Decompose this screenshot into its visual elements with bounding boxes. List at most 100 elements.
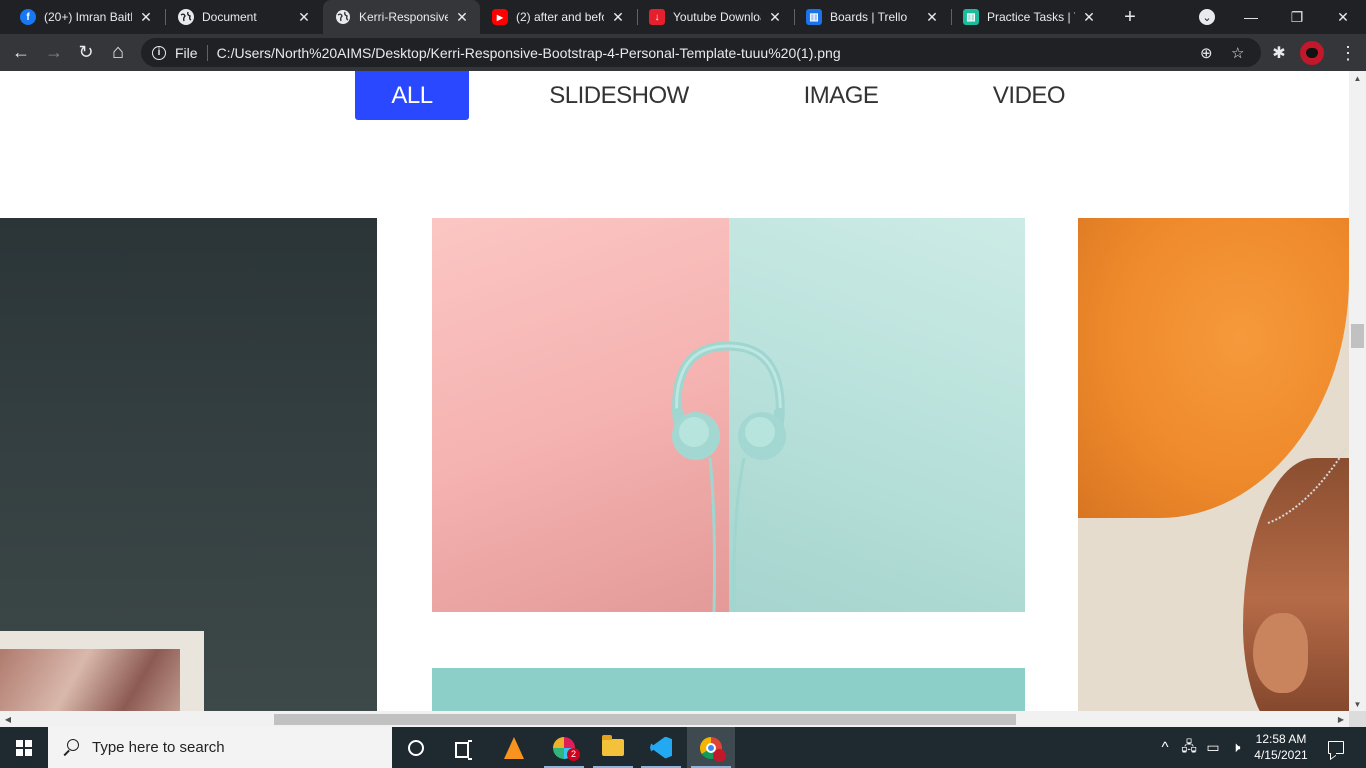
vertical-scrollbar[interactable]: ▲ ▼ [1349,71,1366,711]
cortana-icon [408,739,424,756]
vertical-scroll-thumb[interactable] [1351,324,1364,348]
omnibox-divider [206,44,208,61]
vscode-icon [650,736,672,759]
bookmark-star-icon[interactable]: ☆ [1231,44,1244,62]
filter-image-button[interactable]: IMAGE [783,71,899,120]
chrome-profile-icon [713,748,726,762]
network-icon[interactable]: 🖧 [1178,727,1200,768]
filter-slideshow-button[interactable]: SLIDESHOW [530,71,708,120]
show-hidden-icons-chevron-icon[interactable]: ^ [1156,727,1174,768]
scroll-down-arrow-icon[interactable]: ▼ [1349,697,1366,711]
home-button[interactable]: ⌂ [104,38,132,66]
slack-app[interactable]: 2 [540,727,588,768]
cortana-button[interactable] [392,727,440,768]
facebook-icon: f [20,9,36,25]
trello-icon: ▥ [806,9,822,25]
scrollbar-corner [1349,711,1366,727]
chrome-app[interactable] [687,727,735,768]
portfolio-image-headphones[interactable] [432,218,1025,612]
notification-badge: 2 [567,747,580,761]
minimize-button[interactable]: — [1228,0,1274,34]
portfolio-image-dark-wall[interactable] [0,218,377,711]
tab-kerri-responsive[interactable]: Kerri-Responsive- ✕ [323,0,480,34]
scroll-right-arrow-icon[interactable]: ▶ [1333,711,1349,727]
url-text[interactable]: C:/Users/North%20AIMS/Desktop/Kerri-Resp… [217,45,841,61]
notifications-icon [1328,741,1344,754]
close-tab-icon[interactable]: ✕ [767,9,783,25]
tab-title: Boards | Trello [830,10,908,24]
scroll-left-arrow-icon[interactable]: ◀ [0,711,16,727]
globe-icon [178,9,194,25]
search-placeholder: Type here to search [92,739,225,756]
action-center-button[interactable] [1316,727,1356,768]
windows-taskbar: Type here to search 2 ^ 🖧 ▭ 🕨 12:58 AM 4… [0,727,1366,768]
browser-tab-strip: f (20+) Imran Baith ✕ Document ✕ Kerri-R… [0,0,1366,34]
task-view-icon [455,739,473,760]
tab-search-dropdown-icon[interactable]: ⌄ [1184,0,1230,34]
download-icon: ↓ [649,9,665,25]
back-button[interactable]: ← [7,38,35,66]
portfolio-image-orange-hat[interactable] [1078,218,1349,711]
start-button[interactable] [0,727,48,768]
reload-button[interactable]: ↻ [72,38,100,66]
browser-menu-icon[interactable]: ⋮ [1339,40,1357,66]
new-tab-button[interactable]: + [1118,5,1142,29]
close-tab-icon[interactable]: ✕ [924,9,940,25]
picture-frame [0,631,204,711]
horizontal-scrollbar[interactable]: ◀ ▶ [0,711,1349,727]
forward-button[interactable]: → [40,38,68,66]
vlc-icon [504,736,524,759]
folder-icon [602,735,624,756]
file-explorer-app[interactable] [589,727,637,768]
close-tab-icon[interactable]: ✕ [454,9,470,25]
vscode-app[interactable] [637,727,685,768]
tab-trello-boards[interactable]: ▥ Boards | Trello ✕ [794,0,950,34]
tab-youtube-downloader[interactable]: ↓ Youtube Downloa ✕ [637,0,793,34]
necklace-chain [1267,447,1347,524]
globe-icon [335,9,351,25]
tab-facebook[interactable]: f (20+) Imran Baith ✕ [8,0,164,34]
close-tab-icon[interactable]: ✕ [610,9,626,25]
close-tab-icon[interactable]: ✕ [1081,9,1097,25]
tab-trello-practice[interactable]: ▥ Practice Tasks | Tr ✕ [951,0,1107,34]
site-info-icon[interactable]: i [152,45,166,60]
system-clock[interactable]: 12:58 AM 4/15/2021 [1250,731,1312,763]
youtube-icon: ▶ [492,9,508,25]
battery-icon[interactable]: ▭ [1202,727,1224,768]
chrome-icon [700,736,726,762]
horizontal-scroll-thumb[interactable] [274,714,1016,725]
filter-all-button[interactable]: ALL [355,71,469,120]
page-viewport: ALL SLIDESHOW IMAGE VIDEO [0,71,1349,711]
address-bar[interactable]: i File C:/Users/North%20AIMS/Desktop/Ker… [141,38,1261,67]
tab-title: Practice Tasks | Tr [987,10,1075,24]
framed-photo [0,649,180,711]
extensions-icon[interactable]: ✱ [1268,42,1290,64]
profile-avatar[interactable] [1300,41,1324,65]
screen: f (20+) Imran Baith ✕ Document ✕ Kerri-R… [0,0,1366,768]
tab-document[interactable]: Document ✕ [166,0,322,34]
volume-muted-icon[interactable]: 🕨 [1225,727,1247,768]
headphones-illustration [672,341,786,612]
scroll-up-arrow-icon[interactable]: ▲ [1349,71,1366,85]
portfolio-image-teal[interactable] [432,668,1025,711]
clock-date: 4/15/2021 [1254,748,1308,762]
tab-title: Youtube Downloa [673,10,761,24]
trello-icon: ▥ [963,9,979,25]
tab-title: Document [202,10,257,24]
taskbar-search-box[interactable]: Type here to search [48,727,392,768]
tab-youtube[interactable]: ▶ (2) after and befo ✕ [480,0,636,34]
slack-icon: 2 [553,736,580,761]
task-view-button[interactable] [440,727,488,768]
close-tab-icon[interactable]: ✕ [138,9,154,25]
zoom-icon[interactable]: ⊕ [1200,44,1213,62]
windows-logo-icon [16,739,32,756]
close-window-button[interactable]: ✕ [1320,0,1366,34]
tab-title: (2) after and befo [516,10,604,24]
search-icon [62,738,80,757]
clock-time: 12:58 AM [1255,732,1307,746]
vlc-app[interactable] [490,727,538,768]
scheme-label: File [175,44,198,61]
filter-video-button[interactable]: VIDEO [973,71,1085,120]
restore-button[interactable]: ❐ [1274,0,1320,34]
close-tab-icon[interactable]: ✕ [296,9,312,25]
